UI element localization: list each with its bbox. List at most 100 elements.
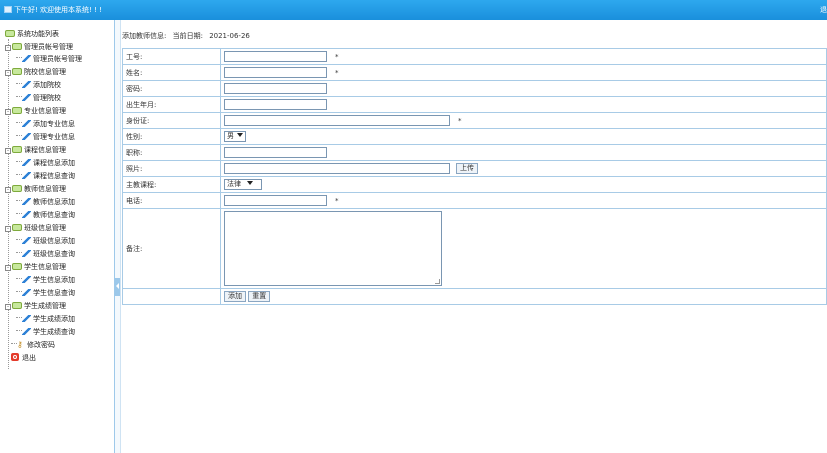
tree-item-query-score[interactable]: 学生成绩查询 xyxy=(16,326,75,338)
tree-item-query-student[interactable]: 学生信息查询 xyxy=(16,287,75,299)
tree-group-teacher[interactable]: - 教师信息管理 xyxy=(5,183,66,195)
job-no-label: 工号: xyxy=(122,48,221,65)
folder-icon xyxy=(12,263,22,270)
photo-label: 照片: xyxy=(122,160,221,177)
folder-icon xyxy=(12,43,22,50)
form-row-title: 职称: xyxy=(122,144,827,161)
tree-item-query-class[interactable]: 班级信息查询 xyxy=(16,248,75,260)
form-row-id-card: 身份证: * xyxy=(122,112,827,129)
birth-label: 出生年月: xyxy=(122,96,221,113)
edit-icon xyxy=(22,198,31,205)
folder-icon xyxy=(12,302,22,309)
name-input[interactable] xyxy=(224,67,327,78)
tree-item-add-college[interactable]: 添加院校 xyxy=(16,79,61,91)
tree-item-logout[interactable]: 退出 xyxy=(11,352,36,364)
collapse-icon[interactable]: - xyxy=(5,187,11,193)
name-cell: * xyxy=(220,64,827,81)
password-input[interactable] xyxy=(224,83,327,94)
collapse-icon[interactable]: - xyxy=(5,109,11,115)
form-row-birth: 出生年月: xyxy=(122,96,827,113)
collapse-sidebar-handle[interactable] xyxy=(115,278,120,296)
edit-icon xyxy=(22,289,31,296)
tree-group-major[interactable]: - 专业信息管理 xyxy=(5,105,66,117)
resize-grip-icon[interactable] xyxy=(435,279,440,284)
required-mark: * xyxy=(335,196,339,205)
tree-item-add-teacher[interactable]: 教师信息添加 xyxy=(16,196,75,208)
edit-icon xyxy=(22,211,31,218)
page-info: 添加教师信息: 当前日期: 2021-06-26 xyxy=(122,31,254,41)
title-cell xyxy=(220,144,827,161)
required-mark: * xyxy=(335,68,339,77)
phone-input[interactable] xyxy=(224,195,327,206)
course-select[interactable]: 法律 xyxy=(224,179,262,190)
tree-item-query-teacher[interactable]: 教师信息查询 xyxy=(16,209,75,221)
tree-group-admin-account[interactable]: - 管理员帐号管理 xyxy=(5,41,73,53)
tree-item-change-password[interactable]: ⚷ 修改密码 xyxy=(11,339,55,351)
course-cell: 法律 xyxy=(220,176,827,193)
tree-item-add-student[interactable]: 学生信息添加 xyxy=(16,274,75,286)
reset-button[interactable]: 重置 xyxy=(248,291,271,302)
form-row-photo: 照片: 上传 xyxy=(122,160,827,177)
tree-item-manage-college[interactable]: 管理院校 xyxy=(16,92,61,104)
greeting-text: 下午好! 欢迎使用本系统! ! ! xyxy=(14,6,102,14)
tree-group-college[interactable]: - 院校信息管理 xyxy=(5,66,66,78)
add-button[interactable]: 添加 xyxy=(224,291,246,302)
title-input[interactable] xyxy=(224,147,327,158)
page-title: 添加教师信息: xyxy=(122,32,167,40)
gender-label: 性别: xyxy=(122,128,221,145)
date-label: 当前日期: xyxy=(172,32,203,40)
sidebar-splitter[interactable] xyxy=(115,20,121,453)
home-icon xyxy=(4,6,12,13)
collapse-icon[interactable]: - xyxy=(5,45,11,51)
edit-icon xyxy=(22,315,31,322)
tree-group-score[interactable]: - 学生成绩管理 xyxy=(5,300,66,312)
job-no-input[interactable] xyxy=(224,51,327,62)
collapse-icon[interactable]: - xyxy=(5,265,11,271)
collapse-icon[interactable]: - xyxy=(5,226,11,232)
tree-group-class[interactable]: - 班级信息管理 xyxy=(5,222,66,234)
tree-item-manage-major[interactable]: 管理专业信息 xyxy=(16,131,75,143)
folder-icon xyxy=(12,146,22,153)
tree-item-admin-account[interactable]: 管理员帐号管理 xyxy=(16,53,82,65)
collapse-icon[interactable]: - xyxy=(5,304,11,310)
chevron-down-icon xyxy=(247,181,253,185)
collapse-icon[interactable]: - xyxy=(5,148,11,154)
header-exit-link[interactable]: 退 xyxy=(820,5,827,15)
tree-item-add-score[interactable]: 学生成绩添加 xyxy=(16,313,75,325)
current-date: 2021-06-26 xyxy=(209,32,250,40)
gender-select[interactable]: 男 xyxy=(224,131,246,142)
course-label: 主教课程: xyxy=(122,176,221,193)
exit-icon xyxy=(11,353,19,361)
main-content: 添加教师信息: 当前日期: 2021-06-26 工号: * 姓名: * 密码:… xyxy=(122,20,827,453)
upload-button[interactable]: 上传 xyxy=(456,163,478,174)
tree-group-student[interactable]: - 学生信息管理 xyxy=(5,261,66,273)
sidebar: 系统功能列表 - 管理员帐号管理 管理员帐号管理 - 院校信息管理 添加院校 管理院… xyxy=(0,20,115,453)
edit-icon xyxy=(22,237,31,244)
tree-item-add-major[interactable]: 添加专业信息 xyxy=(16,118,75,130)
edit-icon xyxy=(22,159,31,166)
password-cell xyxy=(220,80,827,97)
tree-item-query-course[interactable]: 课程信息查询 xyxy=(16,170,75,182)
folder-icon xyxy=(12,68,22,75)
tree-item-add-course[interactable]: 课程信息添加 xyxy=(16,157,75,169)
folder-icon xyxy=(12,185,22,192)
form-row-remark: 备注: xyxy=(122,208,827,289)
greeting: 下午好! 欢迎使用本系统! ! ! xyxy=(4,5,102,15)
key-icon: ⚷ xyxy=(17,340,23,349)
tree-group-course[interactable]: - 课程信息管理 xyxy=(5,144,66,156)
top-header-bar: 下午好! 欢迎使用本系统! ! ! 退 xyxy=(0,0,827,20)
form-row-job-no: 工号: * xyxy=(122,48,827,65)
remark-textarea[interactable] xyxy=(224,211,442,286)
gender-cell: 男 xyxy=(220,128,827,145)
photo-input[interactable] xyxy=(224,163,450,174)
tree-item-add-class[interactable]: 班级信息添加 xyxy=(16,235,75,247)
birth-input[interactable] xyxy=(224,99,327,110)
birth-cell xyxy=(220,96,827,113)
edit-icon xyxy=(22,120,31,127)
collapse-icon[interactable]: - xyxy=(5,70,11,76)
id-card-input[interactable] xyxy=(224,115,450,126)
id-card-label: 身份证: xyxy=(122,112,221,129)
title-label: 职称: xyxy=(122,144,221,161)
edit-icon xyxy=(22,133,31,140)
edit-icon xyxy=(22,55,31,62)
